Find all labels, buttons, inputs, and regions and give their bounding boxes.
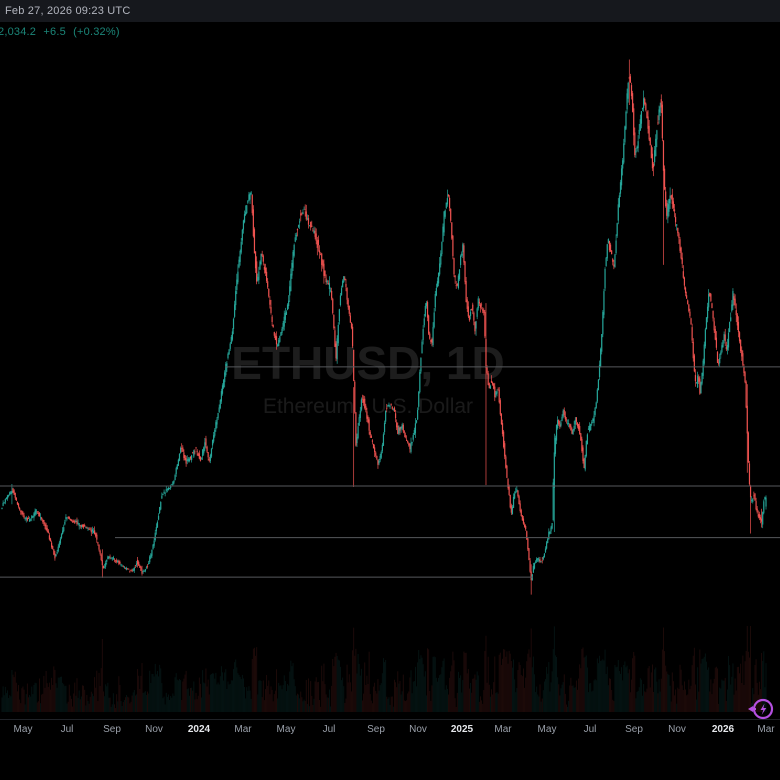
lightning-icon: [761, 704, 767, 716]
time-axis-month-label: Sep: [103, 724, 121, 735]
time-axis-year-label: 2024: [188, 724, 210, 735]
time-axis-month-label: Sep: [367, 724, 385, 735]
volume-layer: [2, 626, 767, 712]
time-axis-month-label: Jul: [323, 724, 336, 735]
time-axis-month-label: Mar: [234, 724, 251, 735]
time-axis-month-label: Nov: [145, 724, 163, 735]
time-axis-month-label: May: [538, 724, 557, 735]
time-axis-month-label: Jul: [584, 724, 597, 735]
time-axis-month-label: Jul: [61, 724, 74, 735]
header-bar: Feb 27, 2026 09:23 UTC: [0, 0, 780, 22]
time-axis-year-label: 2026: [712, 724, 734, 735]
price-ticker: 2,034.2 +6.5 (+0.32%): [0, 26, 124, 38]
time-axis[interactable]: May Jul Sep Nov 2024 Mar May Jul Sep Nov 2025 Mar Ma…: [0, 719, 780, 746]
time-axis-month-label: Mar: [757, 724, 774, 735]
time-axis-month-label: May: [277, 724, 296, 735]
price-change-pct: (+0.32%): [73, 26, 120, 38]
datetime-label: Feb 27, 2026 09:23 UTC: [0, 5, 130, 17]
time-axis-month-label: Sep: [625, 724, 643, 735]
time-axis-year-label: 2025: [451, 724, 473, 735]
time-axis-month-label: Nov: [668, 724, 686, 735]
price-change: +6.5: [43, 26, 66, 38]
time-axis-month-label: Mar: [494, 724, 511, 735]
level-lines-layer: [0, 367, 780, 577]
time-axis-month-label: Nov: [409, 724, 427, 735]
tradingview-chart: Feb 27, 2026 09:23 UTC 2,034.2 +6.5 (+0.…: [0, 0, 780, 780]
boost-button[interactable]: [738, 696, 778, 722]
price-chart-svg[interactable]: [0, 0, 780, 780]
time-axis-month-label: May: [14, 724, 33, 735]
last-price: 2,034.2: [0, 26, 36, 38]
candles-layer: [1, 60, 766, 595]
